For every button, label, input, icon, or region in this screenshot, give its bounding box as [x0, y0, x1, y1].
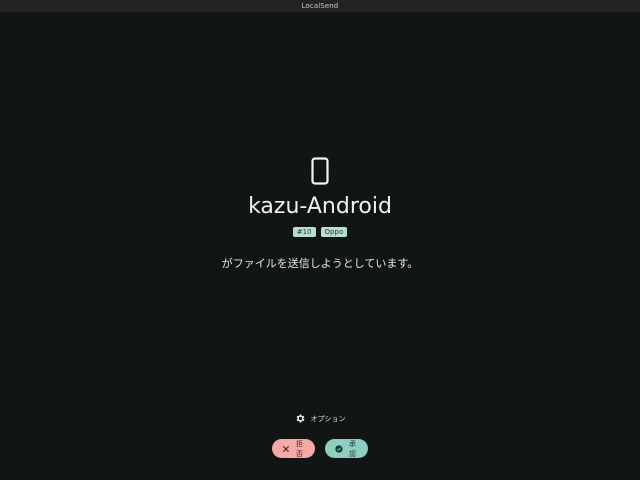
device-name: kazu-Android: [248, 194, 392, 219]
smartphone-icon: [311, 157, 329, 185]
accept-label: 承認: [348, 439, 356, 458]
device-model-badge: Oppo: [320, 227, 348, 237]
device-badges: #10 Oppo: [0, 227, 640, 237]
options-label: オプション: [310, 414, 346, 423]
window-title: LocalSend: [301, 2, 339, 10]
close-icon: [283, 445, 289, 452]
device-id-badge: #10: [292, 227, 316, 237]
gear-icon: [296, 414, 304, 423]
action-buttons: 拒否 承認: [0, 439, 640, 458]
receive-request-page: [0, 13, 640, 480]
check-circle-icon: [335, 444, 343, 453]
title-bar[interactable]: LocalSend: [0, 0, 640, 13]
request-message: がファイルを送信しようとしています。: [221, 257, 419, 270]
options-button[interactable]: オプション: [0, 413, 640, 424]
decline-label: 拒否: [295, 439, 303, 458]
accept-button[interactable]: 承認: [325, 439, 368, 458]
decline-button[interactable]: 拒否: [272, 439, 315, 458]
